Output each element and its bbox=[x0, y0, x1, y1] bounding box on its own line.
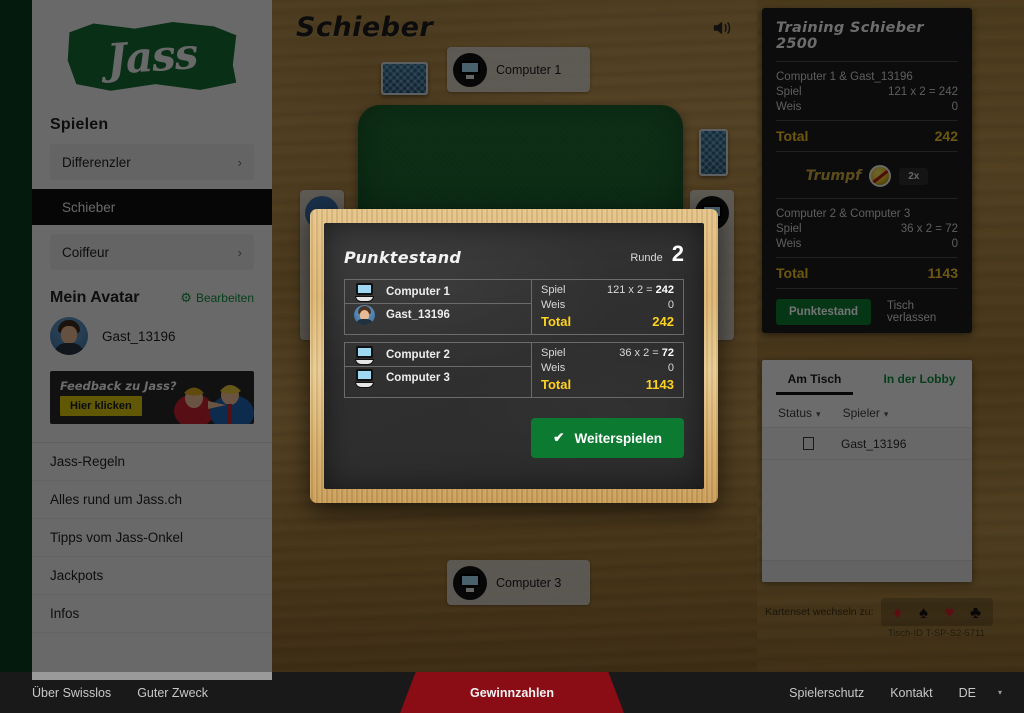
bottom-link-guter-zweck[interactable]: Guter Zweck bbox=[137, 686, 208, 700]
round-indicator: Runde 2 bbox=[630, 241, 684, 267]
team-player: Computer 2 bbox=[345, 343, 531, 366]
spiel-value: 36 x 2 = 72 bbox=[619, 346, 674, 361]
team-player-name: Computer 1 bbox=[386, 285, 450, 298]
modal-score-table: Computer 1 Gast_13196 Spiel 121 x 2 = 24… bbox=[344, 279, 684, 398]
spiel-result: 242 bbox=[655, 284, 674, 296]
team-row: Computer 1 Gast_13196 Spiel 121 x 2 = 24… bbox=[344, 279, 684, 335]
bottom-left-links: Über Swisslos Guter Zweck bbox=[32, 686, 208, 700]
spiel-formula: 36 x 2 = bbox=[619, 347, 662, 359]
spiel-result: 72 bbox=[661, 347, 674, 359]
modal-header: Punktestand Runde 2 bbox=[344, 241, 684, 279]
weis-value: 0 bbox=[667, 299, 674, 311]
sidebar-bottom-strip bbox=[32, 672, 272, 680]
computer-avatar-icon bbox=[354, 282, 375, 302]
total-value: 1143 bbox=[645, 377, 674, 392]
bottom-right-links: Spielerschutz Kontakt DE ▾ bbox=[789, 686, 1002, 700]
punktestand-modal: Punktestand Runde 2 Computer 1 Gast_1319… bbox=[310, 209, 718, 503]
spiel-row: Spiel 36 x 2 = 72 bbox=[541, 346, 674, 361]
team-player-name: Computer 3 bbox=[386, 372, 450, 384]
spiel-formula: 121 x 2 = bbox=[607, 284, 656, 296]
round-number: 2 bbox=[671, 241, 684, 266]
bottom-link-spielerschutz[interactable]: Spielerschutz bbox=[789, 686, 864, 700]
human-avatar-icon bbox=[354, 305, 375, 325]
team-players: Computer 2 Computer 3 bbox=[345, 343, 531, 397]
round-label: Runde bbox=[630, 252, 663, 264]
weiterspielen-label: Weiterspielen bbox=[574, 430, 662, 446]
team-row: Computer 2 Computer 3 Spiel 36 x 2 = 72 … bbox=[344, 342, 684, 398]
weiterspielen-button[interactable]: ✔ Weiterspielen bbox=[531, 418, 684, 458]
total-row: Total 1143 bbox=[541, 376, 674, 394]
spiel-label: Spiel bbox=[541, 347, 566, 359]
total-value: 242 bbox=[652, 314, 674, 329]
team-player-name: Gast_13196 bbox=[386, 309, 450, 321]
weis-value: 0 bbox=[667, 362, 674, 374]
team-scores: Spiel 121 x 2 = 242 Weis 0 Total 242 bbox=[531, 280, 683, 334]
modal-chalkboard: Punktestand Runde 2 Computer 1 Gast_1319… bbox=[324, 223, 704, 489]
total-label: Total bbox=[541, 314, 572, 329]
gewinnzahlen-tab[interactable]: Gewinnzahlen bbox=[400, 672, 624, 713]
weis-row: Weis 0 bbox=[541, 361, 674, 376]
chevron-down-icon: ▾ bbox=[997, 688, 1002, 697]
weis-row: Weis 0 bbox=[541, 298, 674, 313]
team-scores: Spiel 36 x 2 = 72 Weis 0 Total 1143 bbox=[531, 343, 683, 397]
modal-footer: ✔ Weiterspielen bbox=[344, 418, 684, 458]
bottom-link-kontakt[interactable]: Kontakt bbox=[890, 686, 932, 700]
language-value: DE bbox=[958, 685, 976, 700]
spiel-value: 121 x 2 = 242 bbox=[607, 283, 674, 298]
computer-avatar-icon bbox=[354, 368, 375, 388]
total-label: Total bbox=[541, 377, 572, 392]
team-players: Computer 1 Gast_13196 bbox=[345, 280, 531, 334]
bottom-link-ueber-swisslos[interactable]: Über Swisslos bbox=[32, 686, 111, 700]
computer-avatar-icon bbox=[354, 345, 375, 365]
team-player: Gast_13196 bbox=[345, 303, 531, 326]
weis-label: Weis bbox=[541, 362, 566, 374]
language-selector[interactable]: DE ▾ bbox=[959, 686, 1002, 700]
team-player-name: Computer 2 bbox=[386, 348, 450, 361]
spiel-row: Spiel 121 x 2 = 242 bbox=[541, 283, 674, 298]
team-player: Computer 1 bbox=[345, 280, 531, 303]
spiel-label: Spiel bbox=[541, 284, 566, 296]
total-row: Total 242 bbox=[541, 313, 674, 331]
check-icon: ✔ bbox=[553, 430, 565, 445]
modal-title: Punktestand bbox=[344, 248, 462, 267]
weis-label: Weis bbox=[541, 299, 566, 311]
gewinnzahlen-label: Gewinnzahlen bbox=[469, 685, 555, 700]
team-player: Computer 3 bbox=[345, 366, 531, 389]
